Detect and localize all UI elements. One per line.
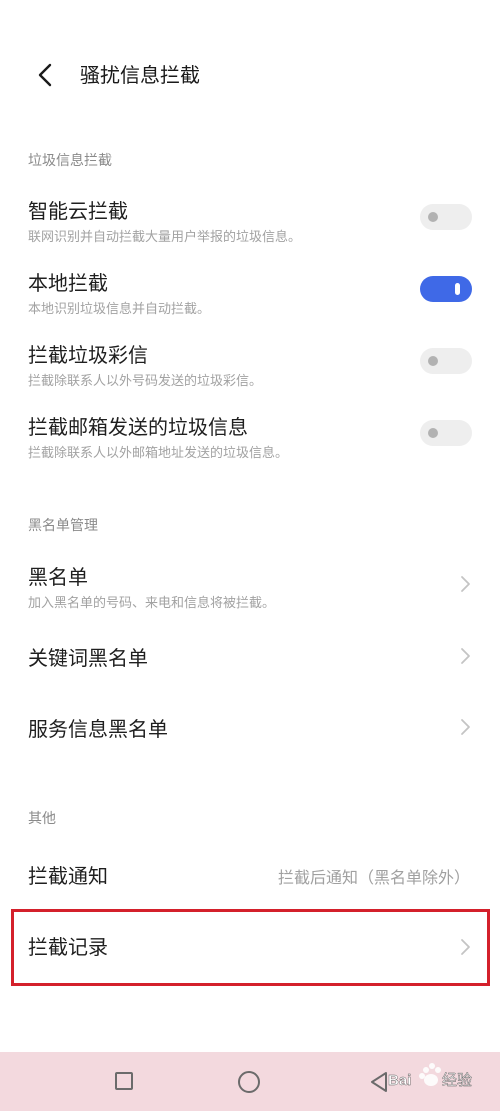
row-block-email-spam[interactable]: 拦截邮箱发送的垃圾信息 拦截除联系人以外邮箱地址发送的垃圾信息。	[0, 406, 500, 466]
chevron-right-icon	[461, 576, 470, 592]
section-title-spam: 垃圾信息拦截	[28, 153, 112, 169]
svg-text:Bai: Bai	[388, 1072, 411, 1089]
recent-apps-button[interactable]	[115, 1072, 133, 1090]
row-title: 拦截通知	[28, 864, 108, 888]
toggle-knob	[455, 283, 460, 295]
row-title: 关键词黑名单	[28, 646, 148, 670]
row-subtitle: 本地识别垃圾信息并自动拦截。	[28, 302, 211, 317]
row-value: 拦截后通知（黑名单除外）	[277, 868, 470, 887]
toggle-switch[interactable]	[420, 276, 472, 302]
chevron-left-icon	[38, 63, 52, 87]
row-local-block[interactable]: 本地拦截 本地识别垃圾信息并自动拦截。	[0, 262, 500, 322]
row-subtitle: 拦截除联系人以外号码发送的垃圾彩信。	[28, 374, 263, 389]
section-title-blacklist: 黑名单管理	[28, 518, 98, 534]
row-title: 黑名单	[28, 565, 88, 589]
row-subtitle: 加入黑名单的号码、来电和信息将被拦截。	[28, 596, 276, 611]
svg-text:经验: 经验	[442, 1071, 472, 1089]
row-smart-cloud-block[interactable]: 智能云拦截 联网识别并自动拦截大量用户举报的垃圾信息。	[0, 190, 500, 250]
toggle-knob	[428, 356, 438, 366]
row-title: 拦截垃圾彩信	[28, 343, 148, 367]
row-title: 智能云拦截	[28, 199, 128, 223]
row-block-spam-mms[interactable]: 拦截垃圾彩信 拦截除联系人以外号码发送的垃圾彩信。	[0, 334, 500, 394]
app-header: 骚扰信息拦截	[0, 40, 500, 110]
toggle-knob	[428, 212, 438, 222]
chevron-right-icon	[461, 719, 470, 735]
toggle-switch[interactable]	[420, 420, 472, 446]
page-title: 骚扰信息拦截	[80, 63, 200, 87]
row-title: 拦截邮箱发送的垃圾信息	[28, 415, 248, 439]
row-block-notification[interactable]: 拦截通知 拦截后通知（黑名单除外）	[0, 856, 500, 896]
back-button[interactable]	[30, 58, 64, 92]
row-title: 本地拦截	[28, 271, 108, 295]
row-subtitle: 联网识别并自动拦截大量用户举报的垃圾信息。	[28, 230, 302, 245]
baidu-jingyan-watermark-logo: Bai 经验	[388, 1063, 472, 1089]
toggle-switch[interactable]	[420, 348, 472, 374]
toggle-knob	[428, 428, 438, 438]
toggle-switch[interactable]	[420, 204, 472, 230]
highlight-annotation-box	[11, 909, 490, 986]
row-title: 服务信息黑名单	[28, 717, 168, 741]
row-subtitle: 拦截除联系人以外邮箱地址发送的垃圾信息。	[28, 446, 289, 461]
chevron-right-icon	[461, 648, 470, 664]
row-blacklist[interactable]: 黑名单 加入黑名单的号码、来电和信息将被拦截。	[0, 556, 500, 616]
section-title-other: 其他	[28, 811, 56, 827]
row-keyword-blacklist[interactable]: 关键词黑名单	[0, 638, 500, 678]
row-service-blacklist[interactable]: 服务信息黑名单	[0, 709, 500, 749]
home-button[interactable]	[238, 1071, 260, 1093]
